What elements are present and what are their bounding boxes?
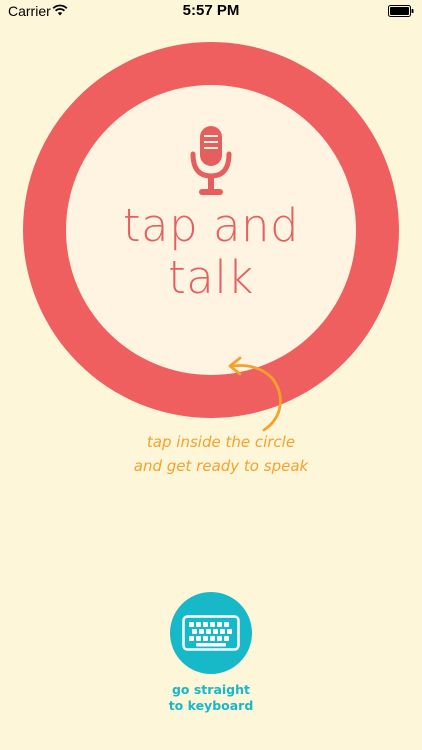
- status-bar: Carrier 5:57 PM: [0, 0, 422, 22]
- status-time: 5:57 PM: [182, 2, 240, 19]
- hint-line-1: tap inside the circle: [146, 433, 296, 451]
- title-line-2: talk: [168, 251, 254, 304]
- keyboard-label-line-1: go straight: [171, 682, 250, 697]
- hint-text: tap inside the circle and get ready to s…: [90, 430, 352, 478]
- hint-line-2: and get ready to speak: [133, 457, 309, 475]
- curved-arrow-icon: [228, 356, 282, 432]
- keyboard-icon: [182, 615, 240, 651]
- keyboard-label-line-2: to keyboard: [168, 698, 254, 713]
- keyboard-label[interactable]: go straight to keyboard: [111, 682, 311, 714]
- title-line-1: tap and: [122, 199, 300, 252]
- keyboard-button[interactable]: [170, 592, 252, 674]
- tap-and-talk-title: tap and talk: [23, 200, 399, 304]
- battery-icon: [388, 5, 414, 17]
- microphone-icon: [190, 126, 232, 195]
